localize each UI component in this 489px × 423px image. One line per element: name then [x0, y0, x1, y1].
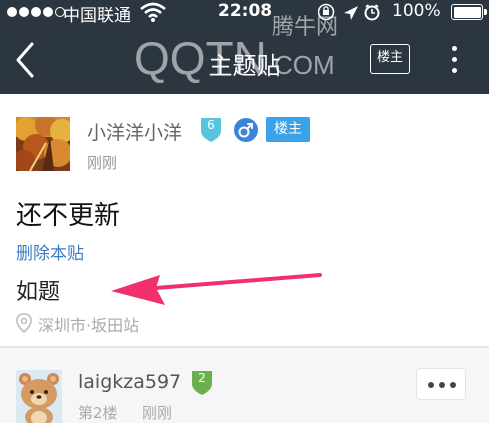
location-arrow-icon	[344, 6, 358, 20]
reply-level-number: 2	[198, 371, 206, 385]
post-author-name[interactable]: 小洋洋小洋	[87, 118, 182, 145]
main-post: 小洋洋小洋 6 楼主 刚刚 还不更新 删除本贴 如题 深圳市·坂田站	[0, 94, 489, 348]
location-pin-icon	[16, 313, 32, 333]
status-icons	[318, 3, 380, 21]
delete-post-link[interactable]: 删除本贴	[16, 239, 84, 264]
user-avatar[interactable]	[16, 117, 70, 171]
post-title: 还不更新	[16, 201, 121, 231]
status-bar: 中国联通 22:08 100%	[0, 0, 489, 26]
user-level-number: 6	[207, 118, 215, 132]
carrier-name: 中国联通	[63, 6, 131, 26]
thread-owner-tag: 楼主	[266, 117, 310, 142]
reply-item: laigkza597 2 第2楼 刚刚	[0, 348, 489, 423]
nav-bar: QQTN 腾牛网 COM 主题贴 楼主	[0, 15, 489, 94]
reply-level-badge: 2	[190, 369, 214, 396]
signal-strength-icon	[7, 7, 65, 17]
rotation-lock-icon	[318, 3, 335, 21]
reply-more-button[interactable]	[416, 368, 466, 400]
post-time: 刚刚	[87, 154, 118, 172]
alarm-icon	[364, 4, 380, 21]
male-gender-icon	[234, 118, 258, 142]
battery-icon	[451, 4, 487, 20]
app-header: 中国联通 22:08 100% QQTN 腾牛网 COM 主题贴 楼主	[0, 0, 489, 94]
status-time: 22:08	[218, 1, 273, 21]
annotation-arrow	[111, 273, 322, 305]
wifi-icon	[140, 2, 166, 22]
reply-author-name[interactable]: laigkza597	[78, 371, 181, 393]
user-level-badge: 6	[199, 116, 223, 143]
page-title: 主题贴	[208, 52, 281, 80]
post-content: 如题	[16, 280, 61, 305]
view-owner-only-button[interactable]: 楼主	[370, 44, 410, 74]
reply-floor-number: 第2楼	[78, 404, 118, 422]
location-text: 深圳市·坂田站	[38, 316, 140, 335]
more-options-button[interactable]	[442, 42, 468, 78]
reply-time: 刚刚	[142, 404, 173, 422]
battery-percent: 100%	[392, 1, 441, 21]
reply-avatar[interactable]	[16, 370, 62, 423]
